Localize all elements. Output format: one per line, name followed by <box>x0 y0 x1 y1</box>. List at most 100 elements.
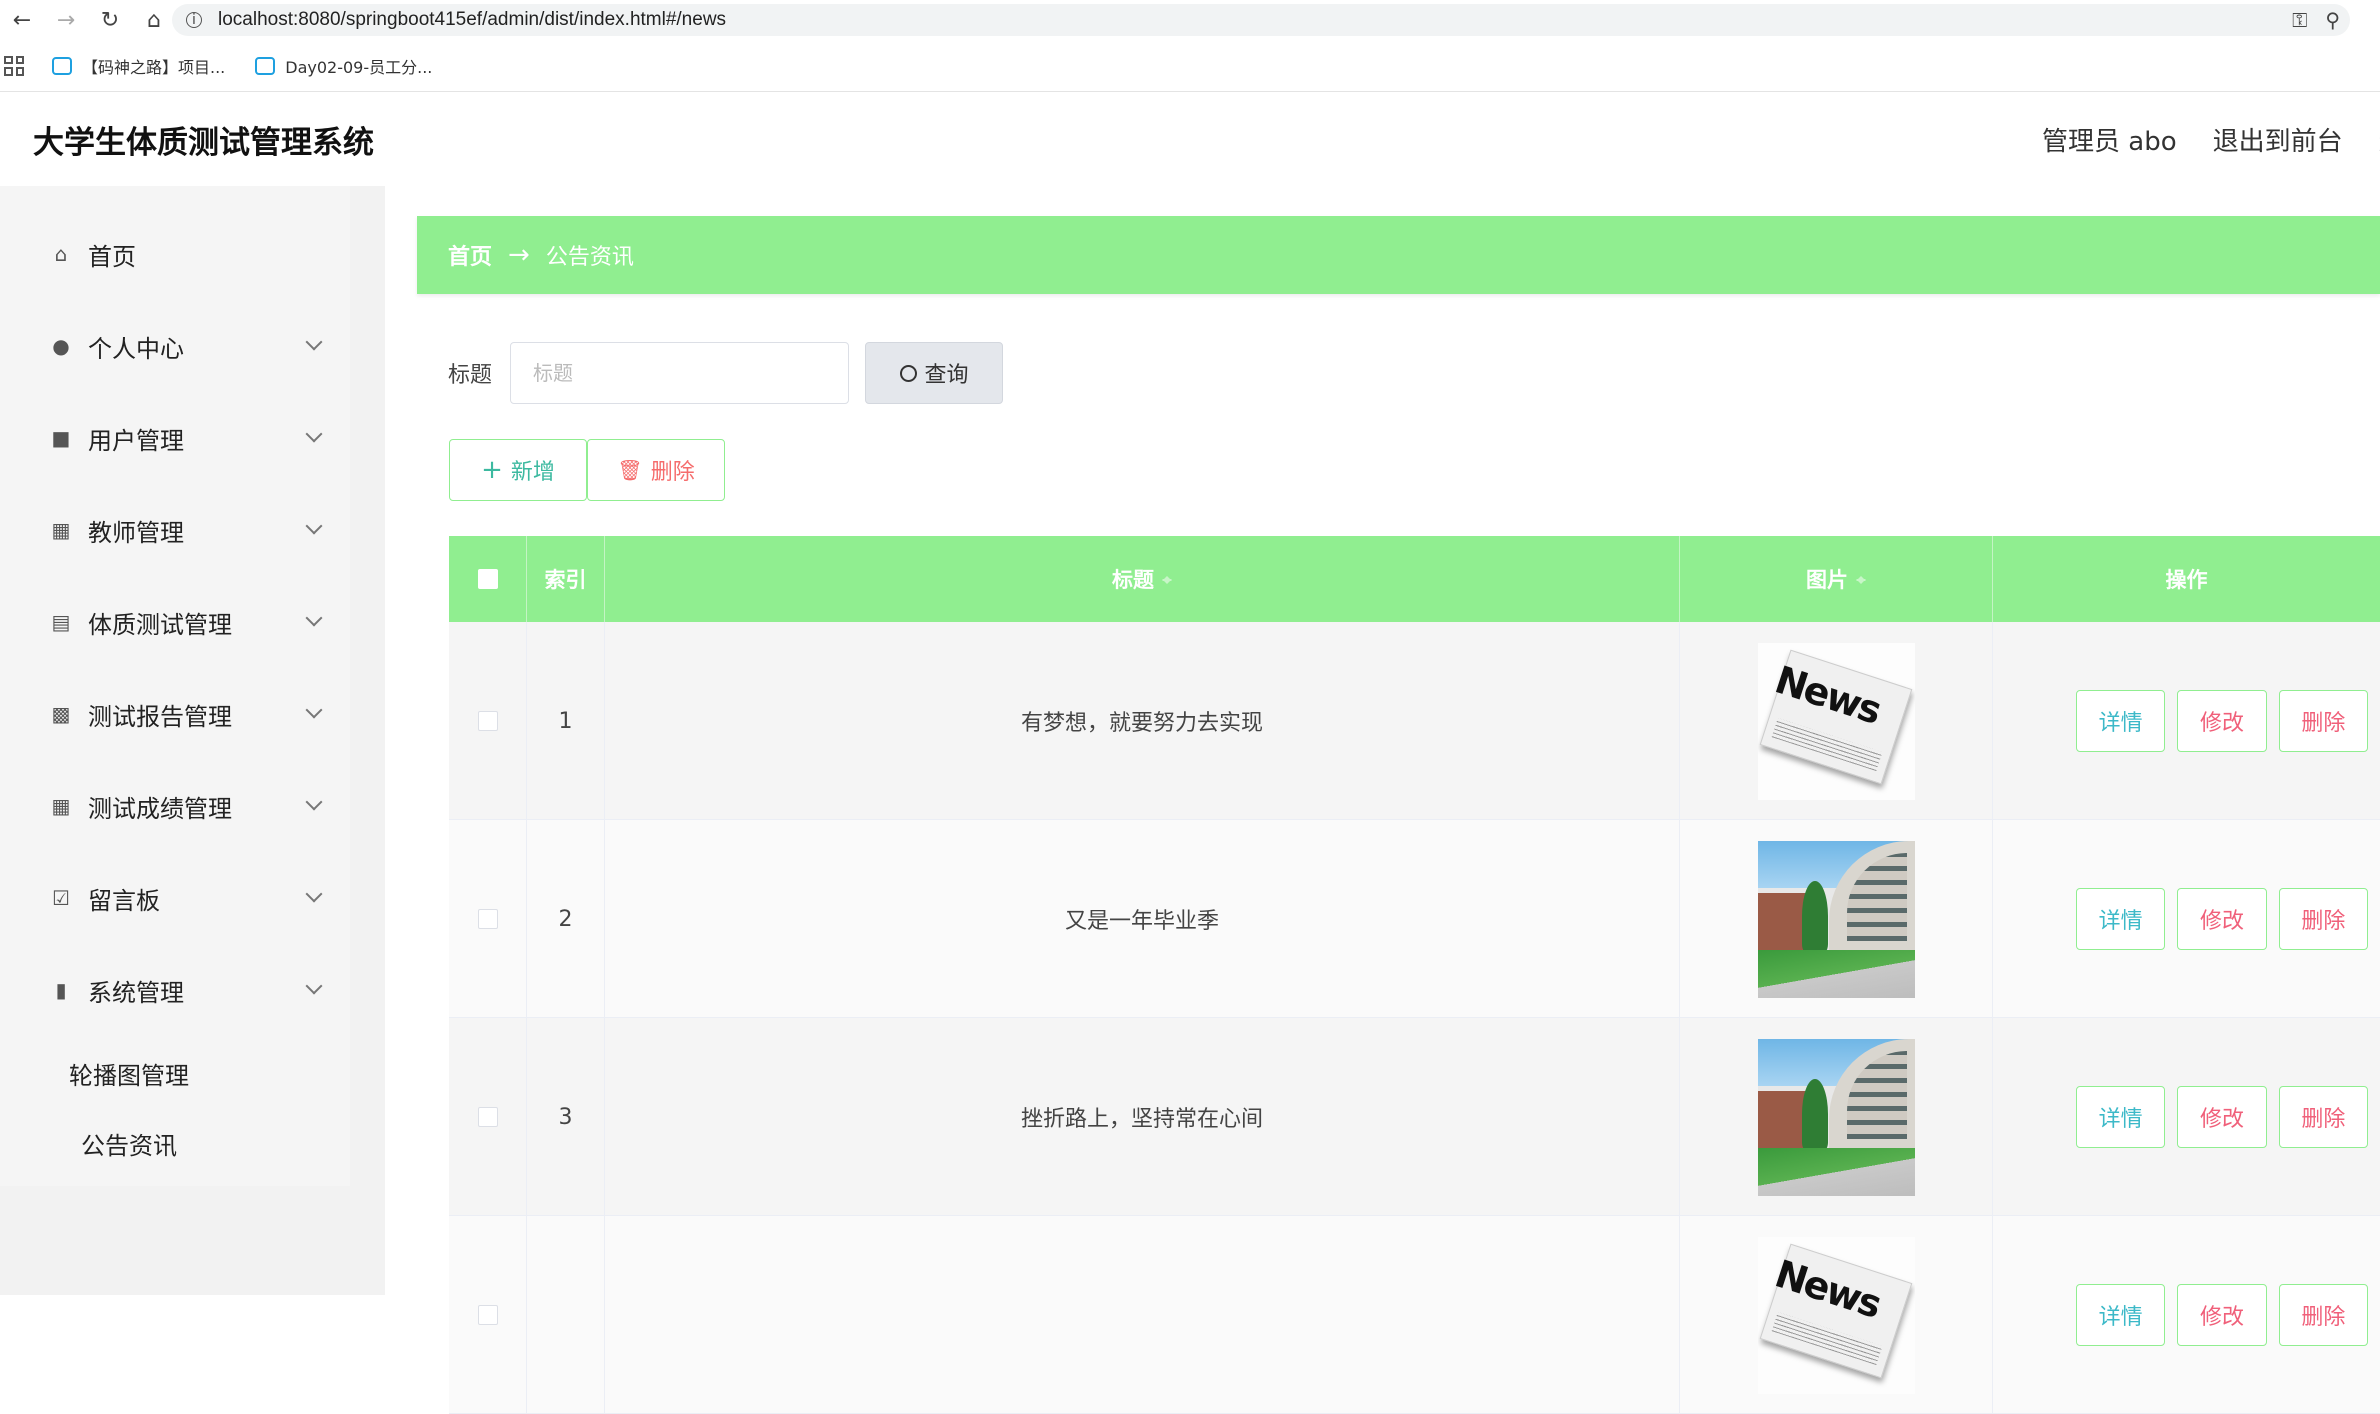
back-arrow-icon[interactable]: ← <box>0 0 44 40</box>
row-title: 又是一年毕业季 <box>605 820 1680 1018</box>
sort-icon[interactable] <box>1856 571 1866 587</box>
search-label: 标题 <box>448 363 493 388</box>
news-image[interactable]: News <box>1757 1236 1915 1394</box>
detail-button[interactable]: 详情 <box>2076 888 2166 950</box>
search-row: 标题 查询 <box>448 342 1004 404</box>
row-title <box>605 1216 1680 1414</box>
bookmark-item[interactable]: Day02-09-员工分... <box>255 54 432 78</box>
sidebar-item-test-report-management[interactable]: ▩ 测试报告管理 <box>0 668 350 760</box>
sidebar-subitem-news[interactable]: 公告资讯 <box>81 1126 177 1161</box>
briefcase-icon: ■ <box>51 426 71 450</box>
sidebar-item-label: 首页 <box>88 242 136 271</box>
chevron-down-icon <box>305 425 323 443</box>
sidebar-item-system-management[interactable]: ▮ 系统管理 <box>0 944 350 1036</box>
sidebar-item-label: 系统管理 <box>88 978 184 1007</box>
table-row: 3 挫折路上，坚持常在心间 详情 修改 删除 <box>449 1018 2380 1216</box>
clipboard-icon: ☑ <box>52 886 70 910</box>
sidebar-item-user-management[interactable]: ■ 用户管理 <box>0 392 350 484</box>
trash-icon: 🗑 <box>617 458 643 482</box>
header-image[interactable]: 图片 <box>1680 536 1993 622</box>
row-ops: 详情 修改 删除 <box>1993 1018 2380 1216</box>
sidebar-item-teacher-management[interactable]: ▦ 教师管理 <box>0 484 350 576</box>
sidebar-item-label: 测试报告管理 <box>88 702 232 731</box>
row-checkbox[interactable] <box>477 1305 498 1325</box>
bilibili-icon <box>52 56 72 75</box>
detail-button[interactable]: 详情 <box>2076 1086 2166 1148</box>
reload-icon[interactable]: ↻ <box>88 0 132 40</box>
add-button[interactable]: + 新增 <box>449 439 587 501</box>
sidebar-item-label: 用户管理 <box>88 426 184 455</box>
edit-button[interactable]: 修改 <box>2177 1284 2267 1346</box>
batch-delete-button[interactable]: 🗑 删除 <box>587 439 725 501</box>
header-image-label: 图片 <box>1806 568 1848 592</box>
zoom-icon[interactable]: ⚲ <box>2325 8 2340 32</box>
header-title[interactable]: 标题 <box>605 536 1680 622</box>
sort-icon[interactable] <box>1162 571 1172 587</box>
row-title: 有梦想，就要努力去实现 <box>605 622 1680 820</box>
row-image-cell <box>1680 820 1993 1018</box>
row-checkbox[interactable] <box>477 711 498 731</box>
row-image-cell: News <box>1680 622 1993 820</box>
bookmark-label: 【码神之路】项目... <box>82 57 226 77</box>
chevron-down-icon <box>305 701 323 719</box>
delete-button[interactable]: 删除 <box>2278 1284 2368 1346</box>
plus-icon: + <box>481 455 503 485</box>
site-info-icon[interactable]: i <box>186 12 202 28</box>
query-button[interactable]: 查询 <box>865 342 1004 404</box>
row-image-cell <box>1680 1018 1993 1216</box>
sidebar-item-personal-center[interactable]: ● 个人中心 <box>0 300 350 392</box>
row-checkbox[interactable] <box>477 909 498 929</box>
detail-button[interactable]: 详情 <box>2076 690 2166 752</box>
sidebar-item-message-board[interactable]: ☑ 留言板 <box>0 852 350 944</box>
breadcrumb-home[interactable]: 首页 <box>448 239 492 271</box>
sidebar-item-fitness-test-management[interactable]: ▤ 体质测试管理 <box>0 576 350 668</box>
bookmarks-bar: 【码神之路】项目... Day02-09-员工分... <box>0 40 2380 92</box>
table-header: 索引 标题 图片 操作 <box>449 536 2380 622</box>
sidebar-item-label: 教师管理 <box>88 518 184 547</box>
back-to-front-link[interactable]: 退出到前台 <box>2213 121 2343 158</box>
row-checkbox-cell <box>449 820 527 1018</box>
sidebar-item-label: 留言板 <box>88 886 160 915</box>
forward-arrow-icon[interactable]: → <box>44 0 88 40</box>
sidebar-subitem-carousel[interactable]: 轮播图管理 <box>69 1056 189 1091</box>
query-button-label: 查询 <box>924 363 969 388</box>
bookmark-item[interactable]: 【码神之路】项目... <box>52 54 225 78</box>
apps-grid-icon[interactable] <box>4 55 24 76</box>
app-header: 大学生体质测试管理系统 管理员 abo 退出到前台 退 <box>0 93 2380 186</box>
table-row: 2 又是一年毕业季 详情 修改 删除 <box>449 820 2380 1018</box>
news-image[interactable]: News <box>1757 642 1915 800</box>
detail-button[interactable]: 详情 <box>2076 1284 2166 1346</box>
password-key-icon[interactable]: ⚿ <box>2292 8 2307 32</box>
header-index: 索引 <box>527 536 605 622</box>
campus-image[interactable] <box>1757 1038 1915 1196</box>
bookmark-label: Day02-09-员工分... <box>285 57 433 77</box>
sidebar-item-label: 个人中心 <box>88 334 184 363</box>
select-all-checkbox[interactable] <box>477 569 498 589</box>
table-row: News 详情 修改 删除 <box>449 1216 2380 1414</box>
edit-button[interactable]: 修改 <box>2177 888 2267 950</box>
delete-button[interactable]: 删除 <box>2278 1086 2368 1148</box>
sidebar-item-label: 体质测试管理 <box>88 610 232 639</box>
sidebar: ⌂ 首页 ● 个人中心 ■ 用户管理 ▦ 教师管理 ▤ 体质测试管理 ▩ 测试报… <box>0 186 350 1186</box>
edit-button[interactable]: 修改 <box>2177 690 2267 752</box>
home-page-icon[interactable]: ⌂ <box>132 0 176 40</box>
sidebar-item-score-management[interactable]: ▦ 测试成绩管理 <box>0 760 350 852</box>
sidebar-item-home[interactable]: ⌂ 首页 <box>0 208 350 300</box>
breadcrumb-arrow-icon: → <box>508 240 530 270</box>
campus-image[interactable] <box>1757 840 1915 998</box>
sidebar-item-label: 测试成绩管理 <box>88 794 232 823</box>
delete-button[interactable]: 删除 <box>2278 888 2368 950</box>
row-index: 2 <box>527 820 605 1018</box>
edit-button[interactable]: 修改 <box>2177 1086 2267 1148</box>
delete-button-label: 删除 <box>650 460 695 485</box>
row-checkbox-cell <box>449 622 527 820</box>
url-field[interactable]: i localhost:8080/springboot415ef/admin/d… <box>172 4 2350 36</box>
home-icon: ⌂ <box>54 242 68 266</box>
title-search-input[interactable] <box>510 342 850 404</box>
row-checkbox[interactable] <box>477 1107 498 1127</box>
app-title: 大学生体质测试管理系统 <box>33 125 374 161</box>
delete-button[interactable]: 删除 <box>2278 690 2368 752</box>
grid-icon: ▦ <box>51 518 71 542</box>
row-index <box>527 1216 605 1414</box>
breadcrumb-current: 公告资讯 <box>545 245 634 270</box>
